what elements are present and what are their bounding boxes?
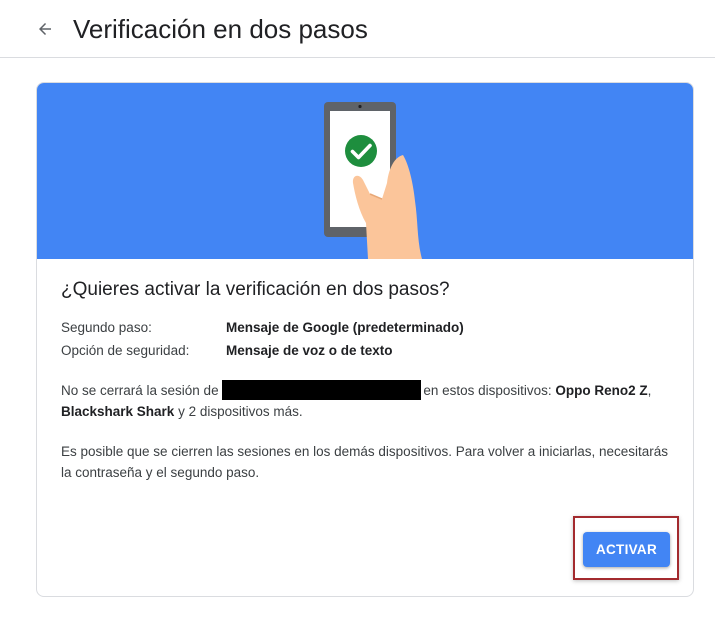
sign-out-warning: Es posible que se cierren las sesiones e… [61,444,669,480]
device-name: Blackshark Shark [61,404,175,419]
detail-row-second-step: Segundo paso: Mensaje de Google (predete… [61,318,464,338]
illustration-banner [37,83,693,259]
checkmark-icon [345,135,377,167]
separator: , [647,383,652,398]
detail-value: Mensaje de voz o de texto [226,343,393,358]
session-notice-suffix: y 2 dispositivos más. [174,404,303,419]
page-title: Verificación en dos pasos [73,14,368,44]
session-notice-prefix: No se cerrará la sesión de [61,383,223,398]
session-notice: No se cerrará la sesión de en estos disp… [61,380,676,422]
redacted-account [222,380,422,400]
detail-label: Segundo paso: [61,320,152,335]
activation-question: ¿Quieres activar la verificación en dos … [61,279,450,300]
phone-checkmark-illustration [324,102,422,259]
arrow-back-icon [39,23,51,35]
activate-button[interactable]: ACTIVAR [583,532,670,567]
detail-value: Mensaje de Google (predeterminado) [226,320,464,335]
device-name: Oppo Reno2 Z [555,383,648,398]
session-notice-middle: en estos dispositivos: [423,383,556,398]
page-header: Verificación en dos pasos [0,0,715,58]
detail-label: Opción de seguridad: [61,343,190,358]
back-button[interactable] [30,14,60,44]
detail-row-security-option: Opción de seguridad: Mensaje de voz o de… [61,341,393,361]
